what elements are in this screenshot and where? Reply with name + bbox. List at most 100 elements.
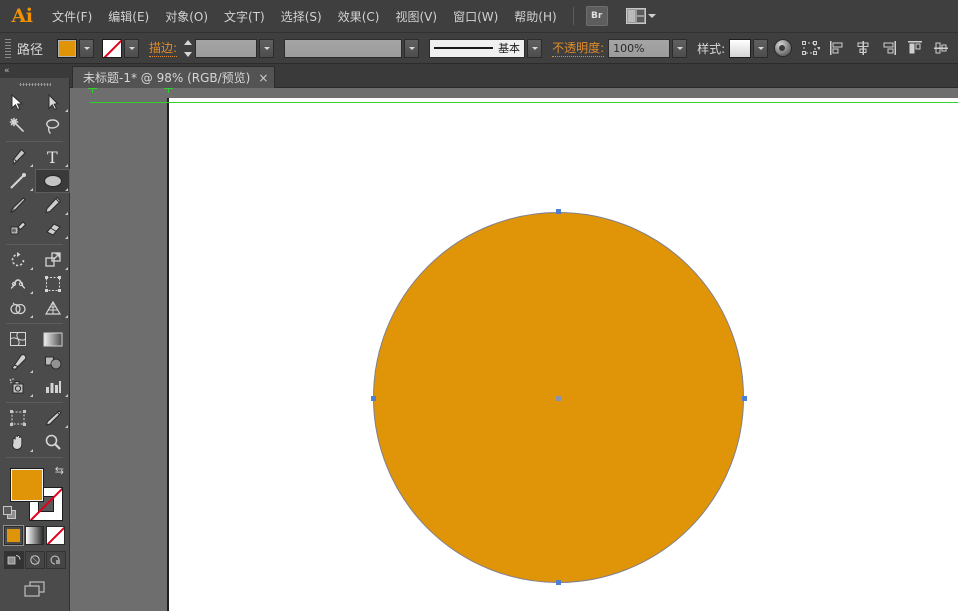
opacity-dropdown[interactable] <box>672 39 687 58</box>
menu-window[interactable]: 窗口(W) <box>445 0 506 32</box>
double-chevron-left-icon: « <box>4 66 9 76</box>
opacity-label[interactable]: 不透明度: <box>552 39 604 57</box>
graphic-style-swatch[interactable] <box>729 39 751 58</box>
anchor-point-left[interactable] <box>371 396 376 401</box>
tool-magic-wand[interactable] <box>0 114 35 138</box>
tool-lasso[interactable] <box>35 114 70 138</box>
menu-object[interactable]: 对象(O) <box>157 0 216 32</box>
draw-inside-button[interactable] <box>46 551 66 569</box>
arrange-documents-button[interactable] <box>626 8 656 24</box>
fill-color-dropdown[interactable] <box>79 39 94 58</box>
shape-center-point <box>556 396 561 401</box>
canvas-area[interactable] <box>70 88 958 611</box>
tool-gradient[interactable] <box>35 327 70 351</box>
tool-type[interactable]: T <box>35 145 70 169</box>
tool-column-graph[interactable] <box>35 375 70 399</box>
menu-select[interactable]: 选择(S) <box>273 0 330 32</box>
brush-definition-dropdown[interactable] <box>527 39 542 58</box>
guide-anchor-mark <box>88 88 97 93</box>
tool-group-transform <box>0 248 69 320</box>
tool-slice[interactable] <box>35 406 70 430</box>
tool-zoom[interactable] <box>35 430 70 454</box>
tool-scale[interactable] <box>35 248 70 272</box>
recolor-artwork-icon[interactable] <box>774 39 792 57</box>
document-tab-title: 未标题-1* @ 98% (RGB/预览) <box>83 69 250 86</box>
align-center-horizontal-icon[interactable] <box>853 38 873 58</box>
menu-effect[interactable]: 效果(C) <box>330 0 388 32</box>
draw-mode-row <box>0 551 69 569</box>
mode-none-button[interactable] <box>46 526 65 545</box>
stroke-weight-label[interactable]: 描边: <box>149 39 177 57</box>
align-left-icon[interactable] <box>827 38 847 58</box>
anchor-point-bottom[interactable] <box>556 580 561 585</box>
stroke-profile-dropdown[interactable] <box>404 39 419 58</box>
stroke-color-dropdown[interactable] <box>124 39 139 58</box>
tool-line-segment[interactable] <box>0 169 35 193</box>
tool-perspective-grid[interactable] <box>35 296 70 320</box>
bridge-button[interactable]: Br <box>586 6 608 26</box>
tool-group-selection <box>0 90 69 138</box>
tool-artboard[interactable] <box>0 406 35 430</box>
align-top-icon[interactable] <box>905 38 925 58</box>
fill-color-swatch[interactable] <box>57 39 77 58</box>
brush-definition-label: 基本 <box>498 40 520 56</box>
opacity-input[interactable]: 100% <box>608 39 670 58</box>
stroke-weight-stepper[interactable] <box>181 39 194 58</box>
svg-text:T: T <box>47 149 58 166</box>
transform-panel-icon[interactable] <box>801 38 821 58</box>
tools-panel-collapse-bar[interactable]: « <box>0 64 70 78</box>
tools-panel-grip[interactable] <box>0 78 70 90</box>
anchor-point-right[interactable] <box>742 396 747 401</box>
anchor-point-top[interactable] <box>556 209 561 214</box>
menu-view[interactable]: 视图(V) <box>387 0 445 32</box>
stroke-weight-input[interactable] <box>195 39 257 58</box>
stroke-color-swatch[interactable] <box>102 39 122 58</box>
close-icon[interactable]: × <box>258 72 268 84</box>
tool-blob-brush[interactable] <box>0 217 35 241</box>
tool-paintbrush[interactable] <box>0 193 35 217</box>
tool-mesh[interactable] <box>0 327 35 351</box>
align-middle-vertical-icon[interactable] <box>931 38 951 58</box>
stroke-weight-dropdown[interactable] <box>259 39 274 58</box>
menu-type[interactable]: 文字(T) <box>216 0 273 32</box>
tool-width[interactable] <box>0 272 35 296</box>
tool-pen[interactable] <box>0 145 35 169</box>
tool-eyedropper[interactable] <box>0 351 35 375</box>
default-fill-stroke-icon[interactable] <box>3 506 17 520</box>
arrange-documents-icon <box>626 8 646 24</box>
fill-color-indicator[interactable] <box>10 468 44 502</box>
draw-behind-button[interactable] <box>25 551 45 569</box>
brush-definition-input[interactable]: 基本 <box>429 39 525 58</box>
stroke-profile-input[interactable] <box>284 39 402 58</box>
control-bar: 路径 描边: 基本 不透明度: 100% 样式: <box>0 32 958 64</box>
draw-normal-button[interactable] <box>4 551 24 569</box>
tool-blend[interactable] <box>35 351 70 375</box>
graphic-style-dropdown[interactable] <box>753 39 768 58</box>
swap-fill-stroke-icon[interactable]: ⇆ <box>55 464 64 477</box>
control-bar-grip[interactable] <box>3 37 13 59</box>
document-tab-bar: 未标题-1* @ 98% (RGB/预览) × <box>0 64 958 88</box>
fill-stroke-cluster: ⇆ <box>0 462 70 524</box>
tool-free-transform[interactable] <box>35 272 70 296</box>
tool-ellipse[interactable] <box>35 169 70 193</box>
screen-mode-button[interactable] <box>0 579 69 599</box>
mode-color-button[interactable] <box>4 526 23 545</box>
tool-rotate[interactable] <box>0 248 35 272</box>
menu-file[interactable]: 文件(F) <box>44 0 100 32</box>
tool-divider <box>6 402 63 403</box>
tool-selection[interactable] <box>0 90 35 114</box>
tool-group-drawing: T <box>0 145 69 241</box>
align-right-icon[interactable] <box>879 38 899 58</box>
tool-divider <box>6 323 63 324</box>
brush-stroke-preview <box>434 47 493 49</box>
menu-edit[interactable]: 编辑(E) <box>100 0 157 32</box>
document-tab[interactable]: 未标题-1* @ 98% (RGB/预览) × <box>72 66 275 88</box>
tool-hand[interactable] <box>0 430 35 454</box>
tool-pencil[interactable] <box>35 193 70 217</box>
tool-symbol-sprayer[interactable] <box>0 375 35 399</box>
tool-eraser[interactable] <box>35 217 70 241</box>
menu-help[interactable]: 帮助(H) <box>506 0 564 32</box>
tool-direct-selection[interactable] <box>35 90 70 114</box>
tool-shape-builder[interactable] <box>0 296 35 320</box>
mode-gradient-button[interactable] <box>25 526 44 545</box>
